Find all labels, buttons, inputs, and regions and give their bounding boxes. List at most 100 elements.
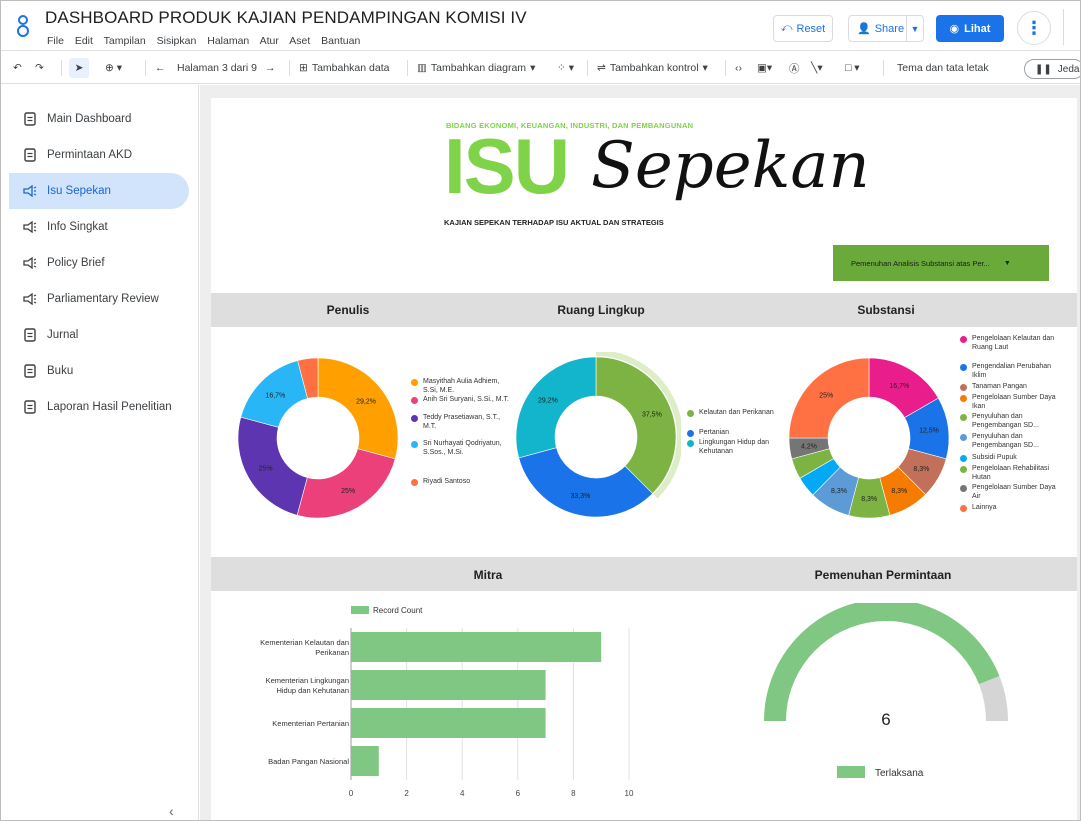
legend-item[interactable]: Pengendalian Perubahan Iklim [960, 363, 1060, 380]
menu-insert[interactable]: Sisipkan [157, 35, 197, 47]
substansi-donut-chart[interactable]: 16,7% 12,5% 8,3% 8,3% 8,3% 8,3% 4,2% 25% [786, 355, 952, 521]
menu-edit[interactable]: Edit [75, 35, 93, 47]
report-title[interactable]: DASHBOARD PRODUK KAJIAN PENDAMPINGAN KOM… [45, 8, 527, 28]
slice-label: 16,7% [889, 383, 909, 390]
bar-legend-swatch [351, 606, 369, 614]
legend-item[interactable]: Masyithah Aulia Adhiem, S.Si, M.E. [411, 378, 511, 395]
report-page: BIDANG EKONOMI, KEUANGAN, INDUSTRI, DAN … [211, 98, 1077, 820]
share-dropdown-icon[interactable]: ▼ [907, 24, 923, 34]
legend-item[interactable]: Teddy Prasetiawan, S.T., M.T. [411, 414, 511, 431]
pause-icon: ❚❚ [1035, 63, 1052, 75]
pause-button[interactable]: ❚❚ Jeda [1024, 59, 1080, 79]
code-embed-icon[interactable]: ‹› [735, 58, 742, 78]
legend-item[interactable]: Penyuluhan dan Pengembangan SD... [960, 433, 1060, 450]
sidebar-item-label: Jurnal [47, 329, 79, 341]
legend-item[interactable]: Pengelolaan Kelautan dan Ruang Laut [960, 335, 1060, 352]
legend-item[interactable]: Tanaman Pangan [960, 383, 1060, 392]
banner-subtitle: KAJIAN SEPEKAN TERHADAP ISU AKTUAL DAN S… [444, 218, 664, 227]
legend-item[interactable]: Lingkungan Hidup dan Kehutanan [687, 439, 777, 456]
select-cursor-icon[interactable]: ➤ [69, 58, 89, 78]
view-button[interactable]: ◉ Lihat [936, 15, 1004, 42]
menu-resource[interactable]: Aset [289, 35, 310, 47]
penulis-title: Penulis [326, 303, 370, 317]
toolbar-divider [407, 60, 408, 76]
add-control-button[interactable]: ⇌ Tambahkan kontrol ▾ [597, 58, 708, 78]
legend-item[interactable]: Riyadi Santoso [411, 478, 511, 487]
theme-layout-button[interactable]: Tema dan tata letak [897, 58, 989, 78]
mitra-bar-chart[interactable]: Record Count 0 2 4 6 8 10 Kementerian Kelautan … [211, 598, 681, 818]
menu-help[interactable]: Bantuan [321, 35, 360, 47]
slice-label: 8,3% [891, 488, 907, 495]
donut-slice[interactable] [595, 356, 677, 494]
more-options-icon[interactable]: ⋮ [1017, 11, 1051, 45]
bar[interactable] [351, 670, 546, 700]
ruang-lingkup-donut-chart[interactable]: 37,5% 33,3% 29,2% [511, 352, 681, 522]
legend-item[interactable]: Pengelolaan Sumber Daya Air [960, 484, 1060, 501]
legend-label: Pengelolaan Kelautan dan Ruang Laut [972, 335, 1055, 351]
menu-view[interactable]: Tampilan [104, 35, 146, 47]
community-viz-icon[interactable]: ⁘ ▾ [557, 58, 574, 78]
bar[interactable] [351, 708, 546, 738]
sidebar-item-label: Parliamentary Review [47, 293, 159, 305]
penulis-donut-chart[interactable]: 29,2% 25% 25% 16,7% [235, 355, 401, 521]
banner-sepekan-text: Sepekan [591, 129, 870, 203]
dropdown-arrow-icon: ▼ [1003, 259, 1011, 267]
image-icon[interactable]: ▣▾ [757, 58, 772, 78]
sidebar-item-parliamentary-review[interactable]: Parliamentary Review [9, 281, 189, 317]
legend-label: Riyadi Santoso [423, 478, 471, 485]
donut-slice[interactable] [296, 448, 396, 519]
bar[interactable] [351, 632, 602, 662]
menu-file[interactable]: File [47, 35, 64, 47]
legend-item[interactable]: Sri Nurhayati Qodriyatun, S.Sos., M.Si. [411, 440, 511, 457]
shape-icon[interactable]: □ ▾ [845, 58, 860, 78]
donut-slice[interactable] [237, 416, 308, 516]
sidebar-item-info-singkat[interactable]: Info Singkat [9, 209, 189, 245]
zoom-icon[interactable]: ⊕ ▾ [105, 58, 122, 78]
page-indicator[interactable]: Halaman 3 dari 9 [177, 58, 257, 78]
legend-item[interactable]: Pertanian [687, 429, 777, 438]
text-icon[interactable]: Ⓐ [789, 58, 800, 78]
legend-item[interactable]: Anih Sri Suryani, S.Si., M.T. [411, 396, 511, 405]
sidebar-item-jurnal[interactable]: Jurnal [9, 317, 189, 353]
donut-slice[interactable] [317, 357, 399, 460]
legend-swatch [960, 455, 967, 462]
line-icon[interactable]: ╲▾ [811, 58, 823, 78]
legend-label: Pengelolaan Sumber Daya Air [972, 484, 1056, 500]
legend-label: Penyuluhan dan Pengembangan SD... [972, 413, 1039, 429]
sidebar-item-permintaan-akd[interactable]: Permintaan AKD [9, 137, 189, 173]
filter-dropdown[interactable]: Pemenuhan Analisis Substansi atas Per...… [833, 245, 1049, 281]
sidebar-item-policy-brief[interactable]: Policy Brief [9, 245, 189, 281]
legend-item[interactable]: Subsidi Pupuk [960, 454, 1060, 463]
legend-label: Lainnya [972, 504, 997, 511]
sidebar-item-buku[interactable]: Buku [9, 353, 189, 389]
collapse-sidebar-icon[interactable]: ‹ [169, 803, 174, 819]
sidebar-item-isu-sepekan[interactable]: Isu Sepekan [9, 173, 189, 209]
add-chart-button[interactable]: ▥ Tambahkan diagram ▾ [417, 58, 535, 78]
sidebar-item-laporan-hasil-penelitian[interactable]: Laporan Hasil Penelitian [9, 389, 189, 425]
slice-label: 12,5% [919, 428, 939, 435]
legend-swatch [960, 466, 967, 473]
pemenuhan-gauge-chart[interactable]: 6 Terlaksana [751, 603, 1021, 813]
megaphone-icon [23, 256, 37, 270]
prev-page-icon[interactable]: ← [155, 58, 166, 78]
undo-icon[interactable]: ↶ [13, 58, 22, 78]
next-page-icon[interactable]: → [265, 58, 276, 78]
legend-swatch [960, 384, 967, 391]
legend-item[interactable]: Lainnya [960, 504, 1060, 513]
add-data-button[interactable]: ⊞ Tambahkan data [299, 58, 389, 78]
bar[interactable] [351, 746, 379, 776]
legend-item[interactable]: Kelautan dan Perikanan [687, 409, 777, 418]
legend-item[interactable]: Pengelolaan Sumber Daya Ikan [960, 394, 1060, 411]
menu-arrange[interactable]: Atur [260, 35, 279, 47]
legend-item[interactable]: Penyuluhan dan Pengembangan SD... [960, 413, 1060, 430]
legend-label: Pengelolaan Sumber Daya Ikan [972, 394, 1056, 410]
legend-item[interactable]: Pengelolaan Rehabilitasi Hutan [960, 465, 1060, 482]
menu-page[interactable]: Halaman [207, 35, 249, 47]
share-button[interactable]: 👤 Share ▼ [848, 15, 924, 42]
sidebar-item-main-dashboard[interactable]: Main Dashboard [9, 101, 189, 137]
sidebar-item-label: Permintaan AKD [47, 149, 133, 161]
reset-button[interactable]: ⤺ Reset [773, 15, 833, 42]
legend-label: Anih Sri Suryani, S.Si., M.T. [423, 396, 509, 403]
donut-slice[interactable] [515, 356, 597, 459]
redo-icon[interactable]: ↷ [35, 58, 44, 78]
